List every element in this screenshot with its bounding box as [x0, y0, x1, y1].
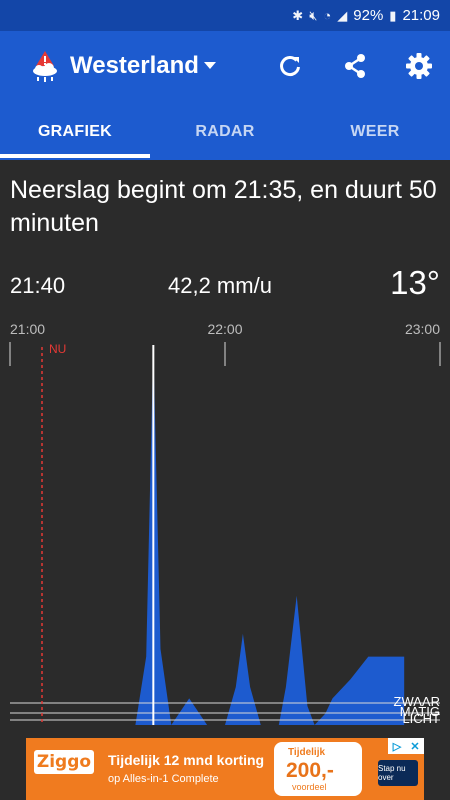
tab-grafiek[interactable]: GRAFIEK [0, 103, 150, 160]
x-tick-label: 23:00 [405, 321, 440, 337]
battery-icon: ▮ [389, 7, 397, 23]
ad-badge-value: 200,- [286, 759, 334, 782]
x-tick-label: 22:00 [207, 321, 242, 337]
tab-weer[interactable]: WEER [300, 103, 450, 160]
location-title[interactable]: Westerland [70, 52, 199, 80]
settings-button[interactable] [404, 51, 434, 81]
ad-badge-bottom: voordeel [292, 782, 327, 792]
signal-icon: ◢ [337, 7, 348, 23]
ad-close-icon[interactable]: ✕ [406, 738, 424, 754]
ad-badge-top: Tijdelijk [288, 747, 326, 758]
mute-icon: 🔇︎ [309, 7, 318, 23]
now-label: NU [49, 342, 66, 356]
app-bar: Westerland [0, 31, 450, 103]
ad-controls: ▷ ✕ [388, 738, 424, 754]
tab-radar[interactable]: RADAR [150, 103, 300, 160]
location-dropdown-icon[interactable] [204, 62, 216, 69]
bluetooth-icon: ✱ [292, 7, 304, 23]
x-tick-label: 21:00 [10, 321, 45, 337]
status-bar: ✱ 🔇︎ ◔ ◢ 92% ▮ 21:09 [0, 0, 450, 31]
precipitation-chart[interactable]: ZWAARMATIGLICHT21:00 22:00 23:00NU [0, 315, 450, 735]
rain-warning-icon [33, 51, 57, 82]
ad-subline: op Alles-in-1 Complete [108, 773, 219, 785]
precipitation-area [10, 345, 405, 725]
active-tab-indicator [0, 154, 150, 158]
ad-headline: Tijdelijk 12 mnd korting [108, 752, 265, 768]
temperature: 13° [390, 264, 440, 301]
precipitation-summary: Neerslag begint om 21:35, en duurt 50 mi… [10, 176, 437, 237]
ad-cta-button[interactable]: Stap nu over [378, 760, 418, 786]
ad-choices-icon[interactable]: ▷ [388, 738, 406, 754]
battery-percentage: 92% [353, 7, 384, 24]
gear-icon [406, 53, 432, 79]
refresh-button[interactable] [275, 51, 305, 81]
share-button[interactable] [340, 51, 370, 81]
share-icon [345, 54, 365, 78]
wifi-icon: ◔ [323, 8, 332, 23]
intensity-label-licht: LICHT [402, 711, 440, 726]
clock: 21:09 [402, 7, 440, 24]
ad-banner[interactable]: Ziggo Tijdelijk 12 mnd korting op Alles-… [26, 738, 424, 800]
ad-discount-badge: Tijdelijk 200,- voordeel [274, 742, 362, 796]
tab-bar: GRAFIEK RADAR WEER [0, 103, 450, 160]
selected-time: 21:40 [10, 273, 66, 298]
ad-brand-logo: Ziggo [34, 750, 94, 774]
refresh-icon [280, 56, 300, 77]
precipitation-rate: 42,2 mm/u [168, 273, 272, 298]
